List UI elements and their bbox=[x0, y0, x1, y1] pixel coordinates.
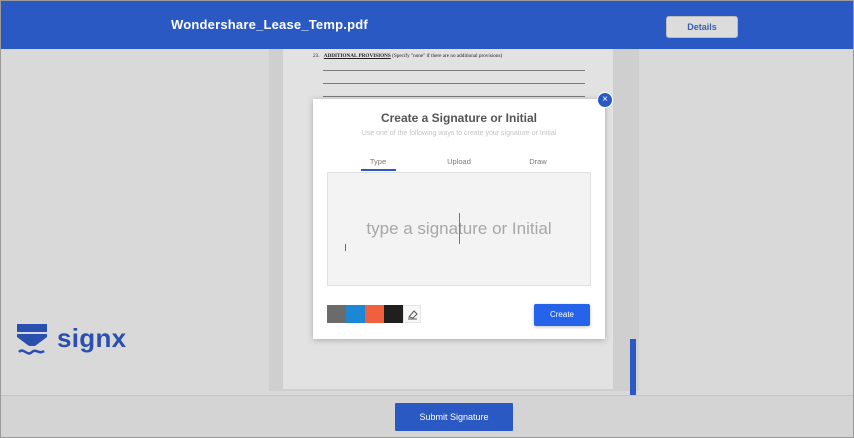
tab-upload[interactable]: Upload bbox=[439, 157, 479, 166]
color-swatch-orange[interactable] bbox=[365, 305, 384, 323]
section-number: 23. bbox=[313, 53, 320, 59]
scrollbar-thumb[interactable] bbox=[630, 339, 636, 395]
modal-subtitle: Use one of the following ways to create … bbox=[361, 130, 557, 137]
create-button[interactable]: Create bbox=[534, 304, 590, 326]
logo-mark-body bbox=[17, 334, 47, 346]
app-window: Wondershare_Lease_Temp.pdf Details 23. A… bbox=[0, 0, 854, 438]
active-tab-indicator bbox=[361, 169, 396, 171]
logo-mark-top bbox=[17, 324, 47, 332]
close-icon[interactable]: × bbox=[597, 92, 613, 108]
tab-type[interactable]: Type bbox=[361, 157, 395, 166]
section-heading-line: 23. ADDITIONAL PROVISIONS (Specify "none… bbox=[313, 53, 502, 59]
form-line bbox=[323, 96, 585, 97]
signature-modal: Create a Signature or Initial Use one of… bbox=[313, 99, 605, 339]
form-line bbox=[323, 83, 585, 84]
color-swatch-black[interactable] bbox=[384, 305, 403, 323]
section-heading: ADDITIONAL PROVISIONS bbox=[323, 53, 391, 59]
eraser-icon[interactable] bbox=[403, 305, 421, 323]
document-title: Wondershare_Lease_Temp.pdf bbox=[171, 17, 368, 32]
brand-name: signx bbox=[57, 323, 127, 353]
top-bar: Wondershare_Lease_Temp.pdf Details bbox=[1, 1, 853, 49]
bottom-bar: Submit Signature bbox=[1, 395, 853, 437]
color-swatch-gray[interactable] bbox=[327, 305, 346, 323]
eraser-shape bbox=[408, 310, 418, 319]
details-button[interactable]: Details bbox=[666, 16, 738, 38]
submit-signature-button[interactable]: Submit Signature bbox=[395, 403, 513, 431]
tab-draw[interactable]: Draw bbox=[523, 157, 553, 166]
section-note: (Specify "none" if there are no addition… bbox=[392, 53, 503, 59]
color-swatch-blue[interactable] bbox=[346, 305, 365, 323]
logo-mark-wave bbox=[18, 349, 45, 355]
ibeam-cursor-icon: I bbox=[344, 243, 347, 254]
text-caret bbox=[459, 213, 460, 244]
form-line bbox=[323, 70, 585, 71]
eraser-glyph bbox=[408, 310, 418, 320]
modal-title: Create a Signature or Initial bbox=[380, 111, 538, 125]
signature-input-area[interactable]: type a signature or Initial I bbox=[327, 172, 591, 286]
